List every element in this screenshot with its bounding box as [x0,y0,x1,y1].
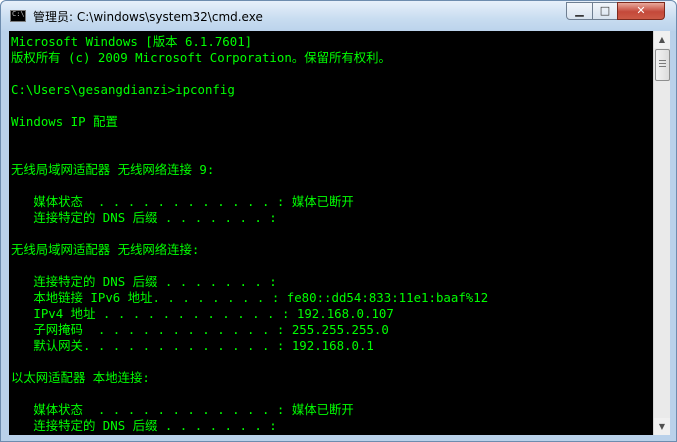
thumb-grip [659,66,666,67]
window-title: 管理员: C:\windows\system32\cmd.exe [33,10,263,24]
scroll-thumb[interactable] [655,49,670,81]
console-line: IPv4 地址 . . . . . . . . . . . . : 192.16… [11,306,394,321]
close-button[interactable]: ✕ [617,2,665,20]
title-bar[interactable]: 管理员: C:\windows\system32\cmd.exe ▁ □ ✕ [1,1,676,31]
scroll-up-button[interactable]: ▲ [654,31,670,48]
console-line: 无线局域网适配器 无线网络连接: [11,242,200,257]
thumb-grip [659,60,666,61]
thumb-grip [659,63,666,64]
console-line: Windows IP 配置 [11,114,118,129]
console-line: 本地链接 IPv6 地址. . . . . . . . : fe80::dd54… [11,290,489,305]
console-line: 媒体状态 . . . . . . . . . . . . : 媒体已断开 [11,194,354,209]
console-line: 无线局域网适配器 无线网络连接 9: [11,162,215,177]
scroll-down-button[interactable]: ▼ [654,418,670,435]
console-output[interactable]: Microsoft Windows [版本 6.1.7601] 版权所有 (c) … [9,31,653,435]
console-line: 连接特定的 DNS 后缀 . . . . . . . : [11,210,277,225]
maximize-button[interactable]: □ [592,2,618,20]
console-line: 以太网适配器 本地连接: [11,370,150,385]
vertical-scrollbar[interactable]: ▲ ▼ [653,31,670,435]
console-line: 连接特定的 DNS 后缀 . . . . . . . : [11,274,277,289]
minimize-button[interactable]: ▁ [566,2,593,20]
console-line: 连接特定的 DNS 后缀 . . . . . . . : [11,418,277,433]
console-line: 子网掩码 . . . . . . . . . . . . : 255.255.2… [11,322,389,337]
console-line: 默认网关. . . . . . . . . . . . . : 192.168.… [11,338,374,353]
cmd-icon[interactable] [10,10,26,22]
console-line: Microsoft Windows [版本 6.1.7601] [11,34,253,49]
cmd-window: 管理员: C:\windows\system32\cmd.exe ▁ □ ✕ M… [0,0,677,442]
console-line: 媒体状态 . . . . . . . . . . . . : 媒体已断开 [11,402,354,417]
console-line: C:\Users\gesangdianzi>ipconfig [11,82,235,97]
console-line: 版权所有 (c) 2009 Microsoft Corporation。保留所有… [11,50,391,65]
